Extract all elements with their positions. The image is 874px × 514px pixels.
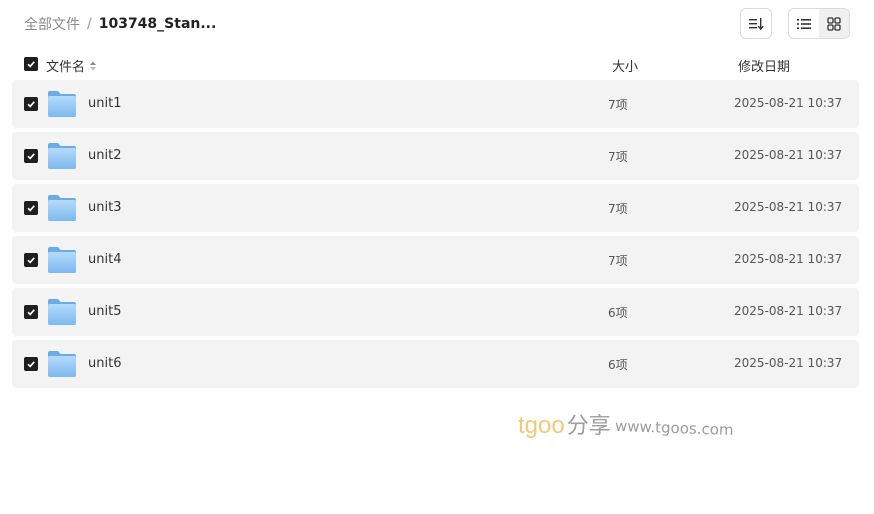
grid-view-icon	[827, 16, 841, 31]
view-toggle	[788, 8, 850, 39]
file-size: 7项	[608, 150, 628, 164]
size-column-header: 大小	[612, 60, 639, 75]
row-checkbox[interactable]	[24, 201, 38, 215]
grid-view-button[interactable]	[819, 9, 849, 38]
row-checkbox[interactable]	[24, 253, 38, 267]
watermark-cn: 分享	[566, 414, 611, 439]
file-name[interactable]: unit2	[88, 148, 121, 163]
file-list: unit1 7项 2025-08-21 10:37 unit2 7项 2025-…	[12, 80, 859, 392]
row-checkbox[interactable]	[24, 149, 38, 163]
check-icon	[27, 257, 35, 264]
file-name[interactable]: unit3	[88, 200, 121, 215]
breadcrumb-separator: /	[87, 16, 92, 32]
file-date: 2025-08-21 10:37	[734, 252, 843, 266]
file-date: 2025-08-21 10:37	[734, 148, 843, 162]
table-row[interactable]: unit2 7项 2025-08-21 10:37	[12, 132, 859, 180]
breadcrumb: 全部文件 / 103748_Stan...	[24, 14, 216, 34]
table-row[interactable]: unit6 6项 2025-08-21 10:37	[12, 340, 859, 388]
date-column-header: 修改日期	[738, 60, 791, 75]
watermark-url: www.tgoos.com	[614, 416, 734, 440]
breadcrumb-root-link[interactable]: 全部文件	[24, 14, 80, 34]
table-row[interactable]: unit5 6项 2025-08-21 10:37	[12, 288, 859, 336]
folder-icon	[48, 247, 76, 273]
row-checkbox[interactable]	[24, 357, 38, 371]
check-icon	[27, 61, 35, 68]
table-row[interactable]: unit3 7项 2025-08-21 10:37	[12, 184, 859, 232]
row-checkbox[interactable]	[24, 305, 38, 319]
check-icon	[27, 361, 35, 368]
table-row[interactable]: unit4 7项 2025-08-21 10:37	[12, 236, 859, 284]
check-icon	[27, 205, 35, 212]
check-icon	[27, 101, 35, 108]
watermark-brand: tgoo	[518, 412, 565, 439]
file-name[interactable]: unit1	[88, 96, 121, 111]
file-name[interactable]: unit6	[88, 356, 121, 371]
check-icon	[27, 153, 35, 160]
file-date: 2025-08-21 10:37	[734, 96, 843, 110]
file-size: 6项	[608, 306, 628, 320]
table-header: 文件名 大小 修改日期	[0, 53, 874, 75]
folder-icon	[48, 351, 76, 377]
file-name[interactable]: unit4	[88, 252, 121, 267]
name-column-header[interactable]: 文件名	[46, 56, 97, 75]
folder-icon	[48, 91, 76, 117]
watermark: tgoo 分享 www.tgoos.com	[518, 408, 734, 444]
list-view-button[interactable]	[789, 9, 819, 38]
breadcrumb-current: 103748_Stan...	[98, 16, 217, 32]
file-size: 7项	[608, 202, 628, 216]
file-size: 7项	[608, 254, 628, 268]
list-view-icon	[797, 18, 811, 29]
folder-icon	[48, 299, 76, 325]
name-column-label: 文件名	[46, 60, 86, 75]
sort-button[interactable]	[740, 8, 772, 39]
file-date: 2025-08-21 10:37	[734, 356, 843, 370]
folder-icon	[48, 143, 76, 169]
check-icon	[27, 309, 35, 316]
file-size: 7项	[608, 98, 628, 112]
file-size: 6项	[608, 358, 628, 372]
table-row[interactable]: unit1 7项 2025-08-21 10:37	[12, 80, 859, 128]
file-date: 2025-08-21 10:37	[734, 304, 843, 318]
file-name[interactable]: unit5	[88, 304, 121, 319]
sort-icon	[749, 17, 764, 30]
sort-toggle-icon	[90, 61, 97, 70]
file-date: 2025-08-21 10:37	[734, 200, 843, 214]
folder-icon	[48, 195, 76, 221]
select-all-checkbox[interactable]	[24, 57, 38, 71]
row-checkbox[interactable]	[24, 97, 38, 111]
